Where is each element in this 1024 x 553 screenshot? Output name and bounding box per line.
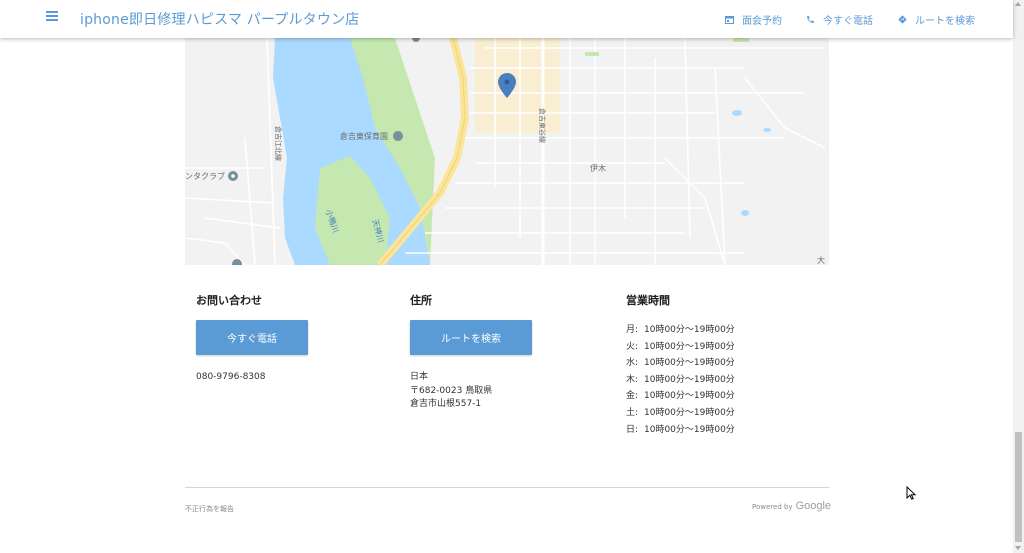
map-label-nursery: 倉吉東保育園 <box>340 132 388 141</box>
hours-time: 10時00分～19時00分 <box>644 325 735 335</box>
call-now-button[interactable]: 今すぐ電話 <box>196 320 308 355</box>
hours-time: 10時00分～19時00分 <box>644 424 735 435</box>
map-label-club: ンタクラブ <box>185 172 225 181</box>
hours-day: 日: <box>626 424 639 435</box>
nav-booking-link[interactable]: 面会予約 <box>725 12 782 27</box>
phone-number: 080-9796-8308 <box>196 372 266 382</box>
hours-day: 木: <box>626 374 639 385</box>
hours-row: 土: 10時00分～19時00分 <box>626 405 735 422</box>
phone-icon <box>806 15 815 24</box>
map-label-iki: 伊木 <box>590 164 606 173</box>
site-title[interactable]: iphone即日修理ハピスマ パープルタウン店 <box>80 9 360 29</box>
address-line: 倉吉市山根557-1 <box>410 399 482 409</box>
nav-route-link[interactable]: ルートを検索 <box>898 12 975 27</box>
nav-call-label: 今すぐ電話 <box>823 16 873 27</box>
hours-day: 火: <box>626 341 639 352</box>
hours-day: 水: <box>626 358 639 369</box>
opening-hours-list: 月: 10時00分～19時00分 火: 10時00分～19時00分 水: 10時00分… <box>626 322 735 438</box>
calendar-icon <box>725 15 734 24</box>
hours-time: 10時00分～19時00分 <box>644 341 735 352</box>
hours-row: 月: 10時00分～19時00分 <box>626 322 735 339</box>
find-route-button[interactable]: ルートを検索 <box>410 320 532 355</box>
directions-icon <box>898 15 907 24</box>
hours-day: 金: <box>626 391 639 402</box>
address-line: 〒682-0023 鳥取県 <box>410 385 493 396</box>
scroll-up-arrow-icon[interactable] <box>1015 2 1021 6</box>
scroll-down-arrow-icon[interactable] <box>1015 546 1021 550</box>
nav-booking-label: 面会予約 <box>742 16 782 27</box>
map-label-road1: 倉吉東谷線 <box>538 108 546 143</box>
map-label-road2: 倉吉江北線 <box>274 126 282 161</box>
nav-route-label: ルートを検索 <box>915 16 975 27</box>
powered-by-google: Powered by Google <box>752 500 831 512</box>
hours-row: 水: 10時00分～19時00分 <box>626 355 735 372</box>
hours-day: 月: <box>626 325 639 335</box>
hours-time: 10時00分～19時00分 <box>644 358 735 369</box>
powered-by-label: Powered by <box>752 503 793 511</box>
scroll-thumb[interactable] <box>1015 432 1022 542</box>
menu-icon[interactable] <box>46 11 60 25</box>
address-title: 住所 <box>410 294 432 307</box>
hours-row: 日: 10時00分～19時00分 <box>626 422 735 439</box>
hours-row: 金: 10時00分～19時00分 <box>626 388 735 405</box>
google-logo: Google <box>795 500 832 512</box>
hours-title: 営業時間 <box>626 294 670 307</box>
footer-divider <box>185 487 829 488</box>
hours-row: 木: 10時00分～19時00分 <box>626 372 735 389</box>
location-map[interactable]: 倉吉東保育園 ンタクラブ 伊木 大 天神川 小鴨川 倉吉東谷線 倉吉江北線 <box>185 38 829 265</box>
hours-time: 10時00分～19時00分 <box>644 374 735 385</box>
mouse-cursor-icon <box>906 486 916 500</box>
hours-day: 土: <box>626 407 639 418</box>
report-abuse-link[interactable]: 不正行為を報告 <box>185 504 234 514</box>
hours-time: 10時00分～19時00分 <box>644 391 735 402</box>
address-block: 日本 〒682-0023 鳥取県 倉吉市山根557-1 <box>410 371 492 412</box>
contact-title: お問い合わせ <box>196 294 262 307</box>
map-label-edge: 大 <box>817 256 825 265</box>
nav-call-link[interactable]: 今すぐ電話 <box>806 12 873 27</box>
hours-time: 10時00分～19時00分 <box>644 407 735 418</box>
hours-row: 火: 10時00分～19時00分 <box>626 339 735 356</box>
address-line: 日本 <box>410 372 429 382</box>
page-scrollbar[interactable] <box>1013 0 1024 553</box>
top-app-bar: iphone即日修理ハピスマ パープルタウン店 面会予約 今すぐ電話 ルートを検… <box>0 0 1013 38</box>
